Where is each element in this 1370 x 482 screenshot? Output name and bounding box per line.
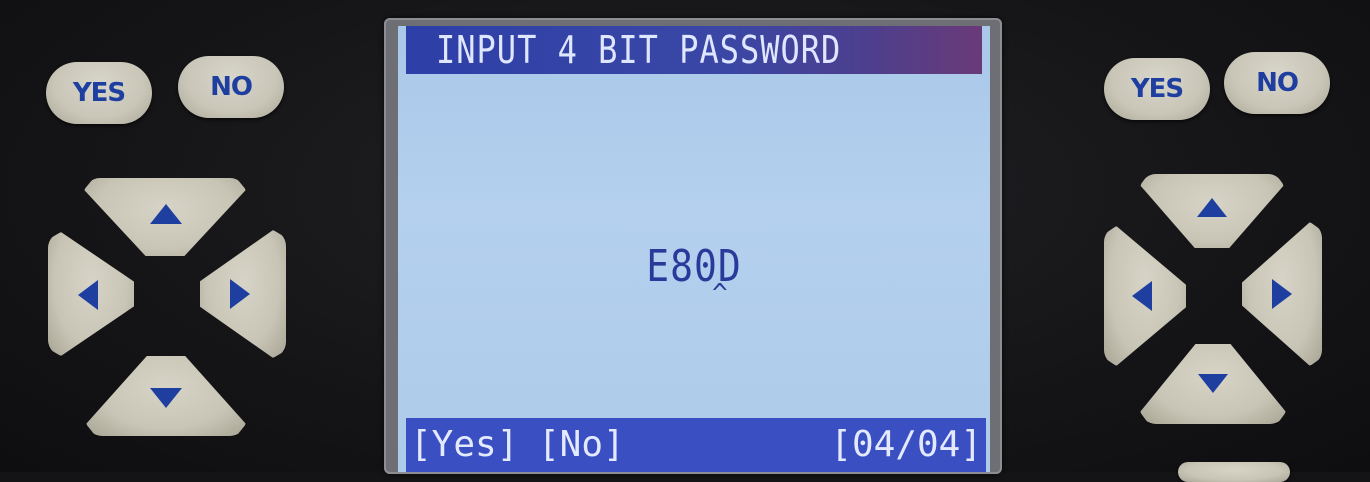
left-button-left[interactable] bbox=[48, 232, 134, 356]
no-button-label: NO bbox=[1256, 68, 1299, 98]
cursor-caret: ^ bbox=[712, 279, 728, 309]
up-button-right[interactable] bbox=[1140, 174, 1284, 248]
softkey-no[interactable]: [No] bbox=[538, 418, 625, 472]
yes-button-label: YES bbox=[1130, 74, 1184, 104]
down-arrow-icon bbox=[1198, 374, 1228, 393]
down-button-left[interactable] bbox=[86, 356, 246, 436]
no-button-right[interactable]: NO bbox=[1224, 52, 1330, 114]
yes-button-right[interactable]: YES bbox=[1104, 58, 1210, 120]
up-button-left[interactable] bbox=[84, 178, 246, 256]
device-body: YES NO INPUT 4 BIT PASSWORD E80D ^ [Yes]… bbox=[0, 0, 1370, 482]
left-arrow-icon bbox=[78, 280, 98, 310]
down-button-right[interactable] bbox=[1140, 344, 1286, 424]
up-arrow-icon bbox=[1197, 198, 1227, 217]
no-button-left[interactable]: NO bbox=[178, 56, 284, 118]
bottom-key-partial[interactable] bbox=[1178, 462, 1290, 482]
page-indicator: [04/04] bbox=[830, 424, 982, 465]
right-button-left[interactable] bbox=[200, 230, 286, 358]
yes-button-label: YES bbox=[72, 78, 126, 108]
screen-footer: [Yes] [No] [04/04] bbox=[406, 418, 986, 472]
screen-title: INPUT 4 BIT PASSWORD bbox=[406, 26, 982, 74]
up-arrow-icon bbox=[150, 204, 182, 224]
softkey-yes[interactable]: [Yes] bbox=[410, 418, 518, 472]
left-button-right[interactable] bbox=[1104, 226, 1186, 366]
right-button-right[interactable] bbox=[1242, 222, 1322, 366]
down-arrow-icon bbox=[150, 388, 182, 408]
yes-button-left[interactable]: YES bbox=[46, 62, 152, 124]
right-arrow-icon bbox=[1272, 279, 1292, 309]
lcd-screen: INPUT 4 BIT PASSWORD E80D ^ [Yes] [No] [… bbox=[398, 26, 990, 472]
password-input[interactable]: E80D bbox=[398, 241, 990, 292]
right-arrow-icon bbox=[230, 279, 250, 309]
no-button-label: NO bbox=[210, 72, 253, 102]
left-arrow-icon bbox=[1132, 281, 1152, 311]
